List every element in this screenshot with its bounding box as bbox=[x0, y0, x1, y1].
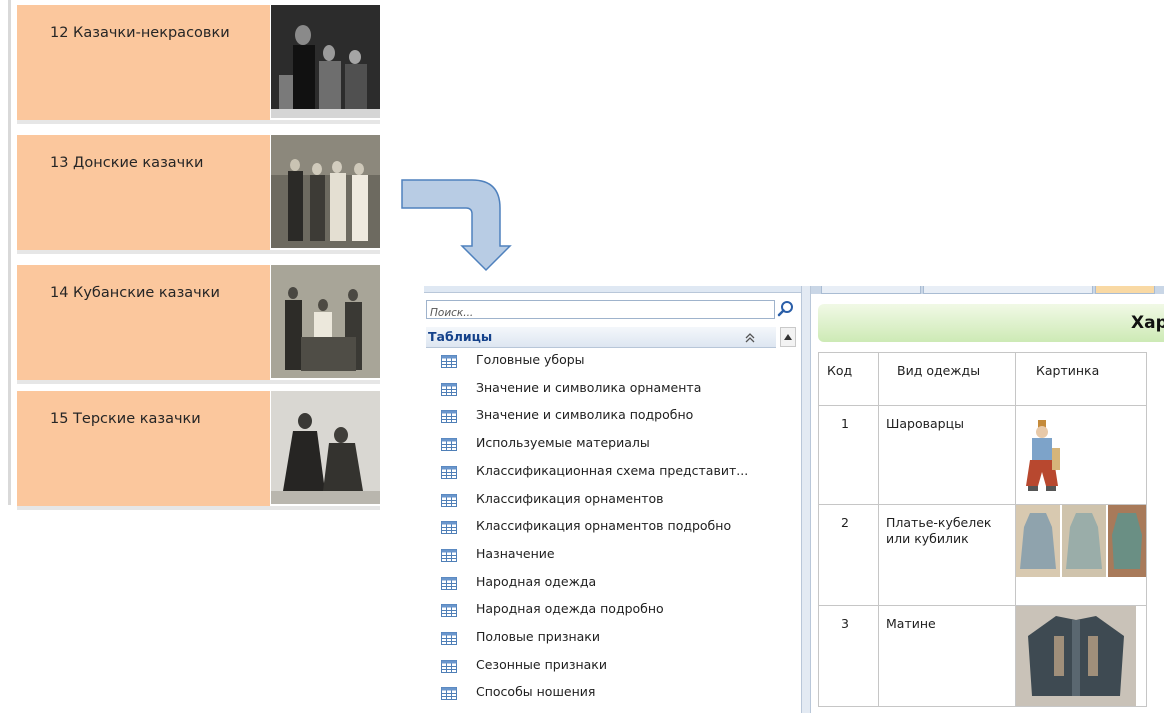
tables-group-header[interactable]: Таблицы bbox=[426, 327, 776, 348]
table-icon bbox=[441, 547, 457, 562]
cell-type[interactable]: Платье-кубелек или кубилик bbox=[878, 504, 1016, 606]
record-label-box: 14 Кубанские казачки bbox=[17, 265, 270, 380]
record-photo bbox=[271, 5, 380, 118]
form-title: Хар bbox=[1131, 313, 1164, 333]
nav-item-label: Половые признаки bbox=[476, 629, 600, 644]
cell-code[interactable]: 3 bbox=[818, 605, 879, 707]
record-card[interactable]: 14 Кубанские казачки bbox=[17, 265, 380, 384]
nav-item-label: Народная одежда bbox=[476, 573, 597, 589]
nav-item-table[interactable]: Классификация орнаментов bbox=[424, 487, 776, 513]
cell-type[interactable]: Шароварцы bbox=[878, 405, 1016, 505]
record-label-box: 15 Терские казачки bbox=[17, 391, 270, 506]
table-icon bbox=[441, 381, 457, 396]
cell-picture[interactable] bbox=[1015, 504, 1147, 606]
record-label-box: 12 Казачки-некрасовки bbox=[17, 5, 270, 120]
table-row[interactable]: 2 Платье-кубелек или кубилик bbox=[818, 504, 1147, 606]
record-label: 13 Донские казачки bbox=[50, 155, 204, 171]
record-label: 14 Кубанские казачки bbox=[50, 285, 220, 301]
clothing-table: Код Вид одежды Картинка 1 Шароварцы 2 Пл… bbox=[818, 352, 1147, 707]
nav-item-table[interactable]: Народная одежда подробно bbox=[424, 597, 776, 623]
dress-photos bbox=[1016, 505, 1146, 577]
nav-item-table[interactable]: Значение и символика орнамента bbox=[424, 376, 776, 402]
record-label-box: 13 Донские казачки bbox=[17, 135, 270, 250]
table-icon bbox=[441, 353, 457, 368]
column-header-code: Код bbox=[818, 352, 879, 406]
nav-item-table[interactable]: Способы ношения bbox=[424, 680, 776, 706]
document-tab-bar bbox=[811, 286, 1164, 294]
record-label: 12 Казачки-некрасовки bbox=[50, 25, 230, 41]
record-card[interactable]: 13 Донские казачки bbox=[17, 135, 380, 254]
record-photo bbox=[271, 265, 380, 378]
group-title: Таблицы bbox=[428, 329, 493, 344]
table-icon bbox=[441, 492, 457, 507]
nav-item-label: Используемые материалы bbox=[476, 435, 650, 451]
cell-picture[interactable] bbox=[1015, 405, 1147, 505]
table-icon bbox=[441, 436, 457, 452]
document-tab[interactable] bbox=[1095, 286, 1155, 294]
nav-item-table[interactable]: Значение и символика подробно bbox=[424, 403, 776, 429]
table-icon bbox=[441, 408, 457, 424]
nav-item-label: Способы ношения bbox=[476, 684, 596, 700]
table-icon bbox=[441, 575, 457, 590]
search-input[interactable] bbox=[427, 305, 773, 321]
double-chevron-up-icon[interactable] bbox=[743, 330, 757, 344]
record-list: 12 Казачки-некрасовки 13 Донские казачки bbox=[0, 0, 380, 510]
nav-pane-top-border bbox=[424, 286, 801, 293]
table-icon bbox=[441, 602, 457, 618]
jacket-photo bbox=[1016, 606, 1136, 706]
nav-item-label: Классификация орнаментов подробно bbox=[476, 518, 732, 534]
record-card[interactable]: 12 Казачки-некрасовки bbox=[17, 5, 380, 124]
scroll-up-arrow-icon[interactable] bbox=[780, 327, 796, 347]
table-icon bbox=[441, 658, 457, 673]
nav-item-label: Назначение bbox=[476, 545, 555, 561]
table-icon bbox=[441, 630, 457, 645]
search-field[interactable] bbox=[426, 300, 775, 321]
cell-picture[interactable] bbox=[1015, 605, 1147, 707]
nav-item-table[interactable]: Народная одежда bbox=[424, 570, 776, 596]
nav-item-table[interactable]: Используемые материалы bbox=[424, 431, 776, 457]
nav-item-label: Значение и символика подробно bbox=[476, 407, 694, 423]
cell-code[interactable]: 2 bbox=[818, 504, 879, 606]
table-row[interactable]: 3 Матине bbox=[818, 605, 1147, 707]
pane-splitter[interactable] bbox=[802, 286, 811, 713]
table-row[interactable]: 1 Шароварцы bbox=[818, 405, 1147, 505]
nav-item-table[interactable]: Классификационная схема представит... bbox=[424, 459, 776, 485]
access-window: Таблицы Головные уборы Значение и символи… bbox=[424, 286, 1164, 713]
column-header-type: Вид одежды bbox=[878, 352, 1016, 406]
cell-type[interactable]: Матине bbox=[878, 605, 1016, 707]
form-header: Хар bbox=[818, 304, 1164, 342]
table-icon bbox=[441, 519, 457, 535]
nav-item-label: Классификационная схема представит... bbox=[476, 462, 749, 478]
nav-item-label: Головные уборы bbox=[476, 352, 585, 367]
nav-item-label: Классификация орнаментов bbox=[476, 490, 664, 506]
record-photo bbox=[271, 135, 380, 248]
navigation-pane: Таблицы Головные уборы Значение и символи… bbox=[424, 286, 802, 713]
nav-item-table[interactable]: Назначение bbox=[424, 542, 776, 568]
record-label: 15 Терские казачки bbox=[50, 411, 201, 427]
cell-code[interactable]: 1 bbox=[818, 405, 879, 505]
form-view: Хар Код Вид одежды Картинка 1 Шароварцы bbox=[811, 286, 1164, 713]
record-photo bbox=[271, 391, 380, 504]
table-icon bbox=[441, 464, 457, 479]
record-list-border bbox=[8, 0, 11, 505]
column-header-picture: Картинка bbox=[1015, 352, 1147, 406]
table-header-row: Код Вид одежды Картинка bbox=[818, 352, 1147, 406]
nav-item-table[interactable]: Половые признаки bbox=[424, 625, 776, 651]
document-tab[interactable] bbox=[821, 286, 921, 294]
costume-drawing bbox=[1026, 420, 1060, 491]
table-icon bbox=[441, 685, 457, 701]
nav-item-table[interactable]: Головные уборы bbox=[424, 348, 776, 374]
nav-item-label: Значение и символика орнамента bbox=[476, 379, 702, 395]
nav-item-label: Сезонные признаки bbox=[476, 656, 607, 672]
search-icon[interactable] bbox=[777, 300, 795, 319]
record-card[interactable]: 15 Терские казачки bbox=[17, 391, 380, 510]
nav-item-table[interactable]: Классификация орнаментов подробно bbox=[424, 514, 776, 540]
document-tab[interactable] bbox=[923, 286, 1093, 294]
nav-item-table[interactable]: Сезонные признаки bbox=[424, 653, 776, 679]
nav-item-label: Народная одежда подробно bbox=[476, 601, 664, 617]
